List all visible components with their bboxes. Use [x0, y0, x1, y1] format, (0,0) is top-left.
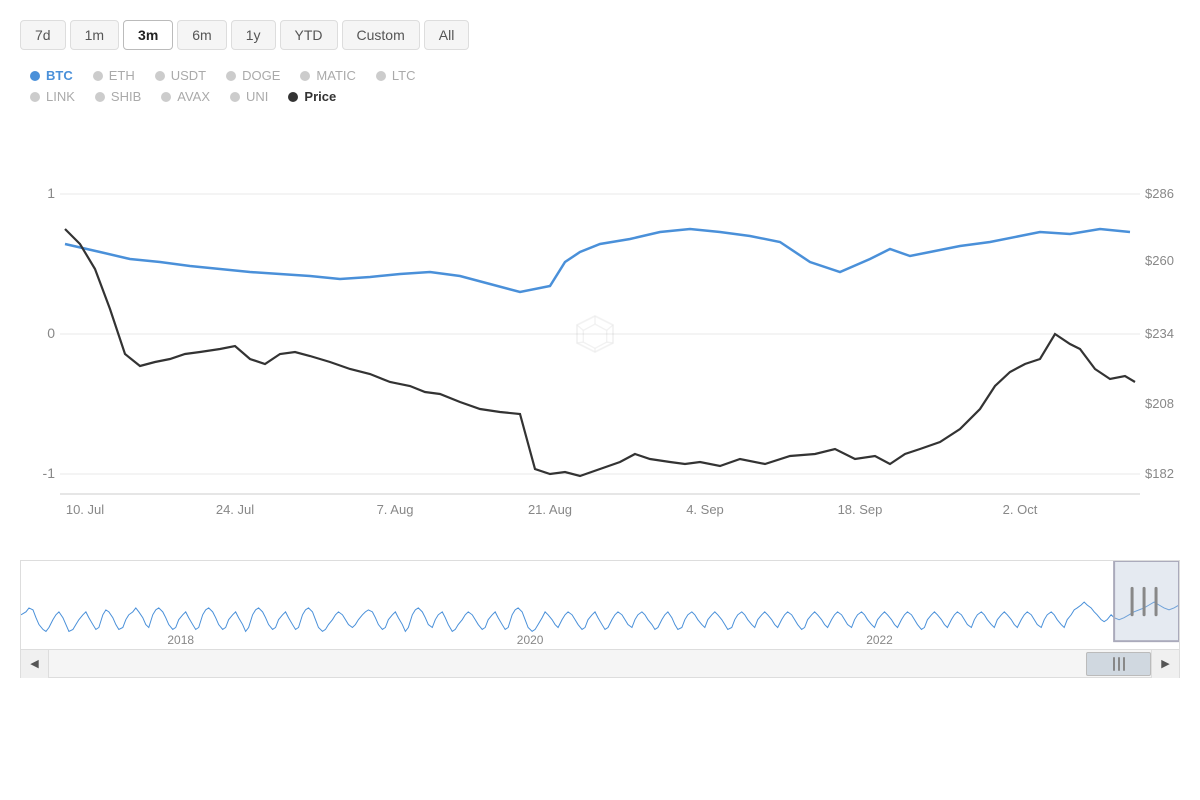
svg-text:24. Jul: 24. Jul — [216, 502, 254, 517]
svg-text:2020: 2020 — [517, 633, 544, 647]
legend-dot-link — [30, 92, 40, 102]
time-range-selector: 7d1m3m6m1yYTDCustomAll — [20, 20, 1180, 50]
time-btn-6m[interactable]: 6m — [177, 20, 226, 50]
svg-text:-1: -1 — [43, 465, 56, 481]
svg-text:0: 0 — [47, 325, 55, 341]
legend-dot-avax — [161, 92, 171, 102]
time-btn-1y[interactable]: 1y — [231, 20, 276, 50]
legend-label: AVAX — [177, 89, 210, 104]
svg-text:$182: $182 — [1145, 466, 1174, 481]
scroll-track[interactable] — [49, 650, 1151, 677]
scroll-thumb[interactable] — [1086, 652, 1151, 676]
legend-label: LTC — [392, 68, 416, 83]
legend-item-usdt[interactable]: USDT — [155, 68, 206, 83]
scroll-grip-1 — [1113, 657, 1115, 671]
legend-dot-ltc — [376, 71, 386, 81]
main-container: 7d1m3m6m1yYTDCustomAll BTC ETH USDT DOGE MAT… — [0, 0, 1200, 800]
svg-text:10. Jul: 10. Jul — [66, 502, 104, 517]
legend-item-btc[interactable]: BTC — [30, 68, 73, 83]
legend-label: USDT — [171, 68, 206, 83]
main-chart-area: 1 0 -1 $286 $260 $234 $208 $182 10. Jul … — [20, 114, 1180, 554]
main-chart-svg: 1 0 -1 $286 $260 $234 $208 $182 10. Jul … — [20, 114, 1180, 554]
legend-dot-uni — [230, 92, 240, 102]
svg-text:$234: $234 — [1145, 326, 1174, 341]
legend-label: DOGE — [242, 68, 280, 83]
legend-label: Price — [304, 89, 336, 104]
legend-dot-btc — [30, 71, 40, 81]
svg-text:4. Sep: 4. Sep — [686, 502, 724, 517]
legend-dot-matic — [300, 71, 310, 81]
scroll-left-arrow[interactable]: ◀ — [21, 650, 49, 678]
svg-text:2. Oct: 2. Oct — [1003, 502, 1038, 517]
scroll-right-arrow[interactable]: ▶ — [1151, 650, 1179, 678]
svg-text:$260: $260 — [1145, 253, 1174, 268]
navigator-svg: 2018 2020 2022 — [21, 561, 1179, 649]
legend-label: BTC — [46, 68, 73, 83]
time-btn-custom[interactable]: Custom — [342, 20, 420, 50]
legend-dot-doge — [226, 71, 236, 81]
scroll-grip-3 — [1123, 657, 1125, 671]
svg-text:7. Aug: 7. Aug — [377, 502, 414, 517]
svg-text:$286: $286 — [1145, 186, 1174, 201]
legend-label: ETH — [109, 68, 135, 83]
legend-item-link[interactable]: LINK — [30, 89, 75, 104]
svg-text:$208: $208 — [1145, 396, 1174, 411]
legend-item-shib[interactable]: SHIB — [95, 89, 141, 104]
legend-item-price[interactable]: Price — [288, 89, 336, 104]
legend-item-matic[interactable]: MATIC — [300, 68, 355, 83]
legend-label: LINK — [46, 89, 75, 104]
legend-item-avax[interactable]: AVAX — [161, 89, 210, 104]
svg-text:2022: 2022 — [866, 633, 893, 647]
time-btn-7d[interactable]: 7d — [20, 20, 66, 50]
legend-item-eth[interactable]: ETH — [93, 68, 135, 83]
svg-text:21. Aug: 21. Aug — [528, 502, 572, 517]
legend-item-ltc[interactable]: LTC — [376, 68, 416, 83]
legend-label: SHIB — [111, 89, 141, 104]
legend-item-doge[interactable]: DOGE — [226, 68, 280, 83]
time-btn-all[interactable]: All — [424, 20, 470, 50]
legend-item-uni[interactable]: UNI — [230, 89, 268, 104]
time-btn-3m[interactable]: 3m — [123, 20, 173, 50]
legend-dot-usdt — [155, 71, 165, 81]
svg-text:18. Sep: 18. Sep — [838, 502, 883, 517]
chart-legend: BTC ETH USDT DOGE MATIC LTC LINK SHIB AVAX UNI Pri… — [20, 68, 1180, 104]
time-btn-ytd[interactable]: YTD — [280, 20, 338, 50]
legend-label: MATIC — [316, 68, 355, 83]
legend-dot-shib — [95, 92, 105, 102]
scroll-grip-2 — [1118, 657, 1120, 671]
legend-label: UNI — [246, 89, 268, 104]
legend-dot-price — [288, 92, 298, 102]
svg-text:2018: 2018 — [167, 633, 194, 647]
scrollbar: ◀ ▶ — [20, 650, 1180, 678]
time-btn-1m[interactable]: 1m — [70, 20, 119, 50]
legend-dot-eth — [93, 71, 103, 81]
svg-text:1: 1 — [47, 185, 55, 201]
navigator-area: 2018 2020 2022 — [20, 560, 1180, 650]
